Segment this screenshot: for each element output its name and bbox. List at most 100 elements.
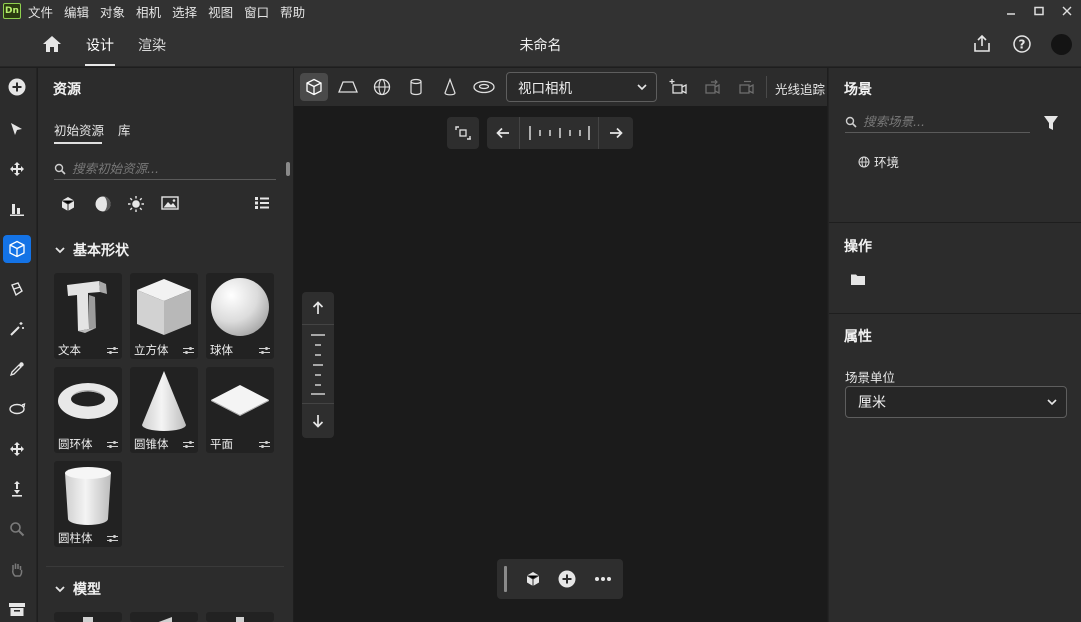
add-content-button[interactable] bbox=[3, 73, 31, 101]
menu-file[interactable]: 文件 bbox=[28, 2, 53, 21]
pan-down-button[interactable] bbox=[302, 404, 334, 438]
share-button[interactable] bbox=[972, 34, 992, 58]
basic-shapes-header[interactable]: 基本形状 bbox=[54, 240, 129, 260]
perspective-cube-button[interactable] bbox=[300, 73, 328, 101]
camera-prev-icon bbox=[705, 79, 720, 95]
adjust-icon[interactable] bbox=[183, 346, 194, 355]
arrow-up-icon bbox=[312, 301, 324, 314]
minimize-button[interactable] bbox=[997, 0, 1025, 22]
move-tool[interactable] bbox=[3, 155, 31, 183]
tab-libraries[interactable]: 库 bbox=[118, 120, 131, 139]
adjust-icon[interactable] bbox=[107, 534, 118, 543]
cube-filled-icon bbox=[61, 197, 75, 211]
scrub-ticks-icon bbox=[311, 334, 325, 395]
scene-filter-button[interactable] bbox=[1043, 114, 1059, 136]
filter-lights-button[interactable] bbox=[127, 195, 145, 217]
close-button[interactable] bbox=[1053, 0, 1081, 22]
dolly-tool[interactable] bbox=[3, 475, 31, 503]
viewport[interactable]: 视口相机 光线追踪 bbox=[294, 68, 827, 622]
asset-label: 圆锥体 bbox=[134, 437, 169, 451]
asset-tile-torus[interactable]: 圆环体 bbox=[54, 367, 122, 453]
maximize-button[interactable] bbox=[1025, 0, 1053, 22]
model-tile[interactable] bbox=[54, 612, 122, 622]
more-options-button[interactable] bbox=[589, 565, 617, 593]
pan-up-button[interactable] bbox=[302, 292, 334, 324]
assets-search-input[interactable] bbox=[72, 161, 252, 176]
previous-camera-button[interactable] bbox=[698, 73, 726, 101]
filter-models-button[interactable] bbox=[60, 195, 76, 217]
adjust-icon[interactable] bbox=[107, 346, 118, 355]
asset-tile-sphere[interactable]: 球体 bbox=[206, 273, 274, 359]
material-tool[interactable] bbox=[3, 275, 31, 303]
asset-tile-text[interactable]: 文本 bbox=[54, 273, 122, 359]
object-tool[interactable] bbox=[3, 235, 31, 263]
eyedropper-tool[interactable] bbox=[3, 355, 31, 383]
trapezoid-icon bbox=[338, 81, 358, 93]
menu-view[interactable]: 视图 bbox=[208, 2, 233, 21]
menu-window[interactable]: 窗口 bbox=[244, 2, 269, 21]
section-divider bbox=[829, 222, 1081, 223]
help-button[interactable]: ? bbox=[1012, 34, 1032, 58]
menu-object[interactable]: 对象 bbox=[100, 2, 125, 21]
quick-add-model-button[interactable] bbox=[519, 565, 547, 593]
vertical-scrubber[interactable] bbox=[302, 324, 334, 404]
models-header[interactable]: 模型 bbox=[54, 579, 101, 599]
pan-scrubber[interactable] bbox=[519, 117, 599, 149]
menu-camera[interactable]: 相机 bbox=[136, 2, 161, 21]
asset-tile-cube[interactable]: 立方体 bbox=[130, 273, 198, 359]
filter-images-button[interactable] bbox=[161, 195, 179, 215]
actions-folder-button[interactable] bbox=[850, 273, 866, 290]
arrow-down-icon bbox=[312, 415, 324, 428]
add-cylinder-button[interactable] bbox=[402, 73, 430, 101]
asset-tile-cylinder[interactable]: 圆柱体 bbox=[54, 461, 122, 547]
model-tile[interactable] bbox=[206, 612, 274, 622]
asset-tile-cone[interactable]: 圆锥体 bbox=[130, 367, 198, 453]
quick-add-button[interactable] bbox=[553, 565, 581, 593]
adjust-icon[interactable] bbox=[183, 440, 194, 449]
chevron-down-icon bbox=[55, 586, 65, 593]
add-plane-button[interactable] bbox=[334, 73, 362, 101]
adjust-icon[interactable] bbox=[259, 440, 270, 449]
filter-materials-button[interactable] bbox=[94, 195, 112, 217]
pan-tool[interactable] bbox=[3, 435, 31, 463]
asset-tile-plane[interactable]: 平面 bbox=[206, 367, 274, 453]
orbit-tool[interactable] bbox=[3, 395, 31, 423]
cursor-icon bbox=[11, 123, 22, 135]
add-torus-button[interactable] bbox=[470, 73, 498, 101]
assets-panel: 资源 初始资源 库 基本形状 文本 bbox=[38, 68, 293, 622]
align-tool[interactable] bbox=[3, 195, 31, 223]
menu-help[interactable]: 帮助 bbox=[280, 2, 305, 21]
select-tool[interactable] bbox=[3, 115, 31, 143]
search-icon bbox=[845, 116, 857, 128]
drag-handle[interactable] bbox=[504, 566, 507, 592]
text-shape-icon bbox=[67, 281, 107, 333]
frame-button[interactable] bbox=[447, 117, 479, 149]
scene-item-environment[interactable]: 环境 bbox=[858, 152, 899, 171]
scene-search-input[interactable] bbox=[863, 114, 1013, 129]
model-tile[interactable] bbox=[130, 612, 198, 622]
frame-icon bbox=[455, 126, 471, 140]
magic-wand-tool[interactable] bbox=[3, 315, 31, 343]
orbit-icon bbox=[9, 402, 26, 415]
scene-unit-select[interactable]: 厘米 bbox=[845, 386, 1067, 418]
share-icon bbox=[974, 34, 990, 52]
add-camera-button[interactable] bbox=[664, 73, 692, 101]
adjust-icon[interactable] bbox=[259, 346, 270, 355]
tab-starter-assets[interactable]: 初始资源 bbox=[54, 120, 104, 139]
archive-tool[interactable] bbox=[3, 595, 31, 622]
adjust-icon[interactable] bbox=[107, 440, 118, 449]
raytrace-toggle[interactable]: 光线追踪 bbox=[775, 79, 825, 98]
pan-right-button[interactable] bbox=[599, 117, 633, 149]
pan-left-button[interactable] bbox=[487, 117, 519, 149]
next-camera-button[interactable] bbox=[732, 73, 760, 101]
add-cone-button[interactable] bbox=[436, 73, 464, 101]
list-view-button[interactable] bbox=[254, 195, 270, 215]
assets-scrollbar-thumb[interactable] bbox=[286, 162, 290, 176]
user-avatar[interactable] bbox=[1051, 34, 1072, 55]
menu-edit[interactable]: 编辑 bbox=[64, 2, 89, 21]
camera-select[interactable]: 视口相机 bbox=[506, 72, 657, 102]
add-sphere-button[interactable] bbox=[368, 73, 396, 101]
hand-tool[interactable] bbox=[3, 555, 31, 583]
zoom-tool[interactable] bbox=[3, 515, 31, 543]
menu-select[interactable]: 选择 bbox=[172, 2, 197, 21]
